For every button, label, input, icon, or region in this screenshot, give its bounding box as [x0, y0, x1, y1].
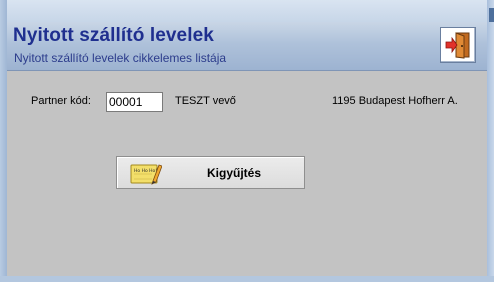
page-header: Nyitott szállító levelek Nyitott szállít… [7, 22, 487, 71]
filter-panel: Partner kód: TESZT vevő 1195 Budapest Ho… [7, 71, 487, 276]
partner-code-input[interactable] [106, 92, 163, 112]
collect-button[interactable]: Ho Ho Ho! Kigyűjtés [116, 156, 305, 189]
notepad-pencil-icon: Ho Ho Ho! [130, 164, 162, 185]
exit-button[interactable] [440, 27, 476, 63]
page-title: Nyitott szállító levelek [13, 25, 214, 46]
window-left-border [0, 0, 7, 282]
window-right-border [487, 0, 494, 282]
page-subtitle: Nyitott szállító levelek cikkelemes list… [14, 51, 227, 65]
window-edge-tab [489, 8, 494, 22]
collect-button-label: Kigyűjtés [207, 166, 262, 180]
partner-name: TESZT vevő [175, 95, 236, 107]
note-icon-text: Ho Ho Ho! [134, 168, 157, 174]
partner-code-label: Partner kód: [31, 95, 91, 107]
window-top-strip [0, 0, 494, 22]
exit-door-icon [445, 32, 470, 59]
window-bottom-border [0, 276, 494, 282]
partner-address: 1195 Budapest Hofherr A. [332, 95, 458, 107]
